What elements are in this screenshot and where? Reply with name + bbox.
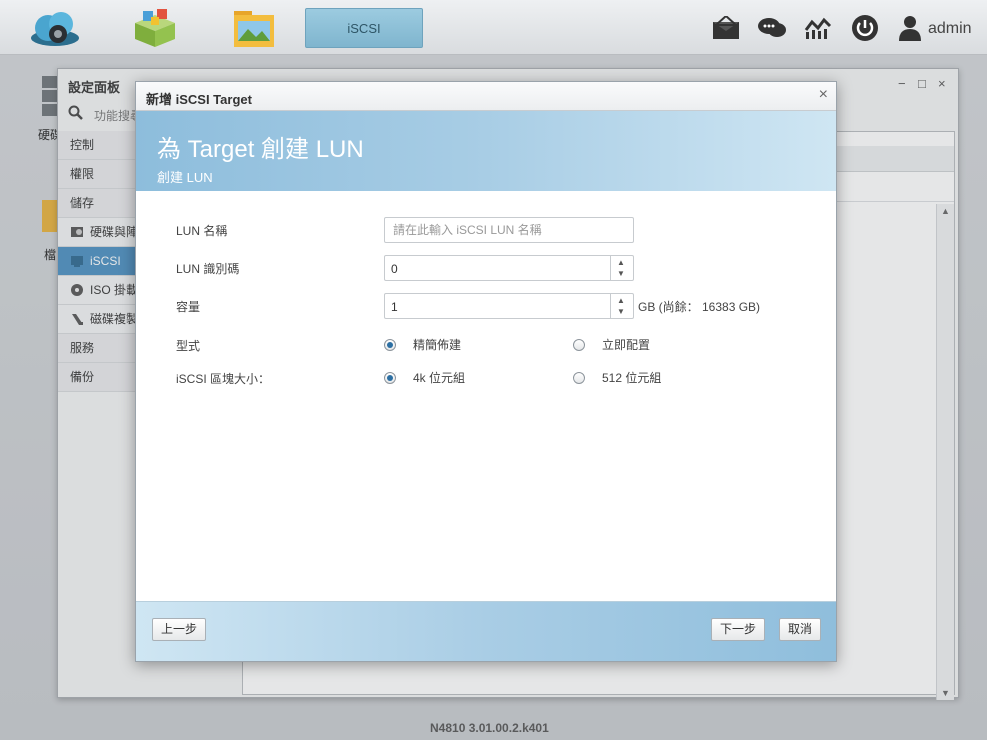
radio-dot[interactable]	[573, 371, 585, 384]
decrement-arrow-icon[interactable]: ▼	[617, 307, 625, 316]
banner-subtitle: 創建 LUN	[157, 170, 213, 185]
dialog-titlebar: 新增 iSCSI Target ×	[136, 82, 836, 111]
chat-icon[interactable]	[755, 12, 789, 44]
increment-arrow-icon[interactable]: ▲	[617, 258, 625, 267]
app-store-icon[interactable]	[127, 6, 183, 50]
increment-arrow-icon[interactable]: ▲	[617, 296, 625, 305]
lun-name-label: LUN 名稱	[176, 224, 228, 238]
cloud-app-icon[interactable]	[27, 6, 83, 50]
file-manager-icon[interactable]	[226, 6, 282, 50]
dialog-banner: 為 Target 創建 LUN 創建 LUN	[136, 111, 836, 191]
lun-id-arrows: ▲ ▼	[610, 256, 633, 280]
capacity-value: 1	[391, 300, 398, 314]
radio-instant-allocation[interactable]: 立即配置	[573, 336, 650, 353]
radio-dot-selected[interactable]	[384, 338, 396, 351]
capacity-label: 容量	[176, 300, 201, 314]
decrement-arrow-icon[interactable]: ▼	[617, 269, 625, 278]
radio-dot[interactable]	[573, 338, 585, 351]
taskbar-iscsi-button[interactable]: iSCSI	[305, 8, 423, 48]
radio-label: 立即配置	[602, 338, 651, 352]
capacity-unit: GB (尚餘： 16383 GB)	[638, 300, 761, 314]
block-size-label: iSCSI 區塊大小：	[176, 372, 271, 386]
user-icon[interactable]	[897, 12, 923, 44]
dialog-footer: 上一步 下一步 取消	[136, 601, 836, 661]
add-iscsi-target-dialog: 新增 iSCSI Target × 為 Target 創建 LUN 創建 LUN…	[135, 81, 837, 662]
dialog-close-icon[interactable]: ×	[819, 86, 828, 104]
mail-icon[interactable]	[710, 12, 742, 44]
type-label: 型式	[176, 339, 201, 353]
radio-dot-selected[interactable]	[384, 371, 396, 384]
radio-label: 精簡佈建	[413, 338, 462, 352]
radio-label: 512 位元組	[602, 371, 662, 385]
lun-id-label: LUN 識別碼	[176, 262, 240, 276]
cancel-button[interactable]: 取消	[779, 618, 822, 641]
lun-id-stepper[interactable]: 0 ▲ ▼	[384, 255, 634, 281]
dialog-title: 新增 iSCSI Target	[146, 92, 252, 107]
radio-label: 4k 位元組	[413, 371, 466, 385]
monitor-icon[interactable]	[803, 12, 833, 44]
radio-block-4k[interactable]: 4k 位元組	[384, 369, 465, 386]
next-button[interactable]: 下一步	[711, 618, 766, 641]
banner-title: 為 Target 創建 LUN	[157, 136, 364, 163]
power-icon[interactable]	[849, 12, 881, 44]
capacity-stepper[interactable]: 1 ▲ ▼	[384, 293, 634, 319]
radio-thin-provision[interactable]: 精簡佈建	[384, 336, 461, 353]
lun-id-value: 0	[391, 262, 398, 276]
taskbar: iSCSI admin	[0, 0, 987, 55]
user-name[interactable]: admin	[928, 20, 972, 38]
radio-block-512[interactable]: 512 位元組	[573, 369, 661, 386]
capacity-arrows: ▲ ▼	[610, 294, 633, 318]
previous-button[interactable]: 上一步	[152, 618, 207, 641]
lun-name-input[interactable]	[384, 217, 634, 243]
